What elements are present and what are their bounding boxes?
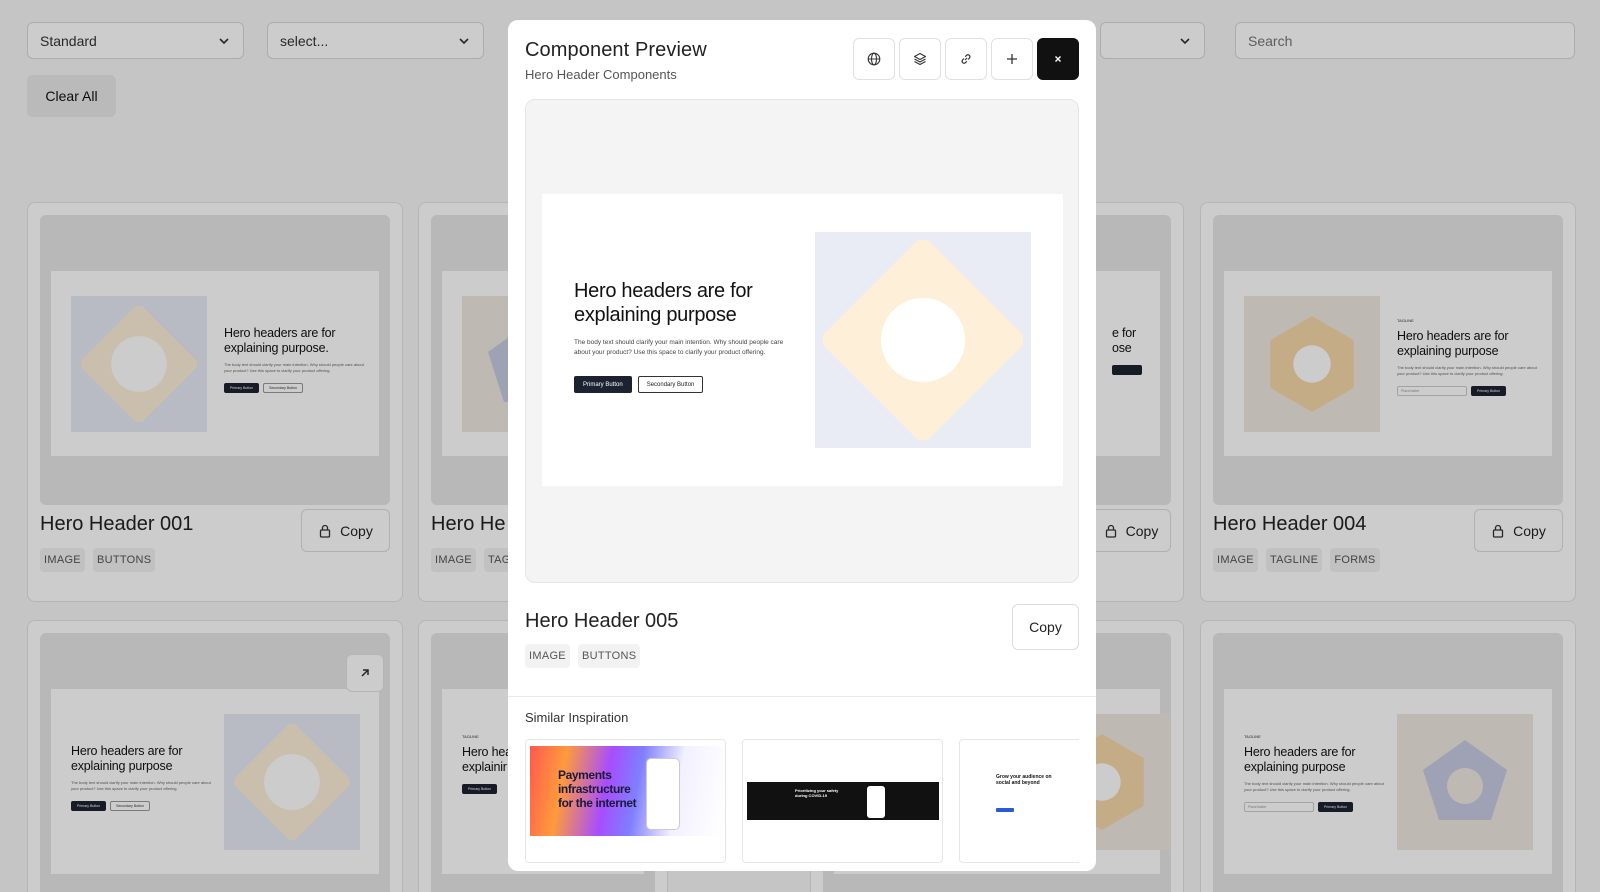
inspiration-headline: Payments infrastructure for the internet [558, 768, 637, 810]
layers-icon [913, 52, 927, 66]
component-preview-frame: Hero headers are for explaining purpose … [525, 99, 1079, 583]
inspiration-card[interactable]: Grow your audience on social and beyond [959, 739, 1079, 863]
globe-button[interactable] [853, 38, 895, 80]
globe-icon [867, 52, 881, 66]
inspiration-button [996, 808, 1014, 812]
component-title: Hero Header 005 [525, 610, 679, 632]
inspiration-headline: Grow your audience on social and beyond [996, 774, 1052, 786]
add-button[interactable] [991, 38, 1033, 80]
inspiration-card[interactable]: Payments infrastructure for the internet [525, 739, 726, 863]
plus-icon [1007, 54, 1017, 64]
tag: IMAGE [525, 644, 570, 668]
inspiration-headline: Prioritizing your safety during COVID-19 [795, 788, 839, 798]
similar-inspiration-list: Payments infrastructure for the internet… [525, 739, 1079, 864]
modal-subtitle: Hero Header Components [525, 67, 677, 82]
divider [508, 696, 1096, 697]
layers-button[interactable] [899, 38, 941, 80]
preview-canvas: Hero headers are for explaining purpose … [542, 194, 1063, 486]
inspiration-card[interactable]: Prioritizing your safety during COVID-19 [742, 739, 943, 863]
preview-illustration [815, 232, 1031, 448]
close-icon [1055, 56, 1061, 62]
tag: BUTTONS [577, 644, 641, 668]
component-preview-modal: Component Preview Hero Header Components… [508, 20, 1096, 871]
preview-body: The body text should clarify your main i… [574, 339, 784, 356]
similar-inspiration-heading: Similar Inspiration [525, 710, 629, 725]
preview-secondary-button: Secondary Button [637, 376, 704, 393]
modal-toolbar [853, 38, 1079, 80]
link-icon [961, 54, 971, 64]
modal-title: Component Preview [525, 39, 707, 61]
copy-button[interactable]: Copy [1012, 604, 1079, 650]
phone-mockup [646, 758, 680, 830]
close-button[interactable] [1037, 38, 1079, 80]
diamond-shape-icon [823, 240, 1023, 440]
preview-primary-button: Primary Button [574, 376, 632, 393]
link-button[interactable] [945, 38, 987, 80]
phone-mockup [867, 786, 885, 818]
preview-headline: Hero headers are for explaining purpose [574, 280, 753, 326]
